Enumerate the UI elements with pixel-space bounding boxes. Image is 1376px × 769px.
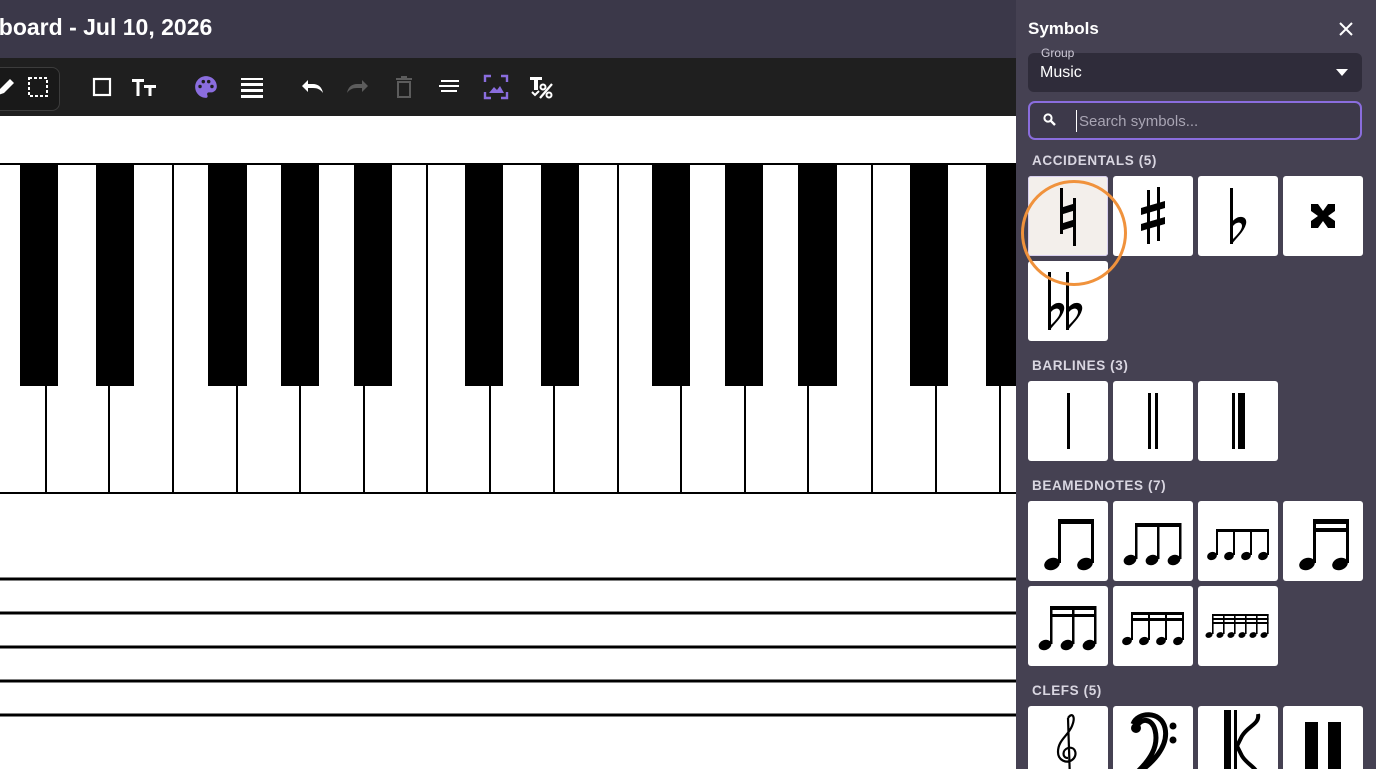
redo-button[interactable]	[340, 69, 376, 105]
section-header-clefs: CLEFS (5)	[1032, 683, 1102, 698]
text-tool-button[interactable]	[126, 69, 162, 105]
document-title: eboard - Jul 10, 2026	[0, 14, 213, 40]
align-button[interactable]	[432, 69, 468, 105]
flat-icon	[1230, 188, 1247, 244]
symbol-bass-clef[interactable]	[1113, 706, 1193, 769]
panel-title: Symbols	[1028, 19, 1099, 38]
palette-icon	[195, 76, 217, 98]
select-region-button[interactable]	[20, 69, 56, 105]
group-select-value: Music	[1040, 64, 1082, 81]
rectangle-icon	[92, 77, 112, 97]
top-bar: eboard - Jul 10, 2026	[0, 0, 1016, 58]
align-icon	[439, 80, 459, 92]
section-header-barlines: BARLINES (3)	[1032, 358, 1129, 373]
image-select-icon	[483, 74, 509, 100]
section-header-beamednotes: BEAMEDNOTES (7)	[1032, 478, 1167, 493]
symbol-four-sixteenth-notes[interactable]	[1113, 586, 1193, 666]
symbol-single-barline[interactable]	[1028, 381, 1108, 461]
text-size-icon	[132, 79, 156, 96]
two-sixteenth-notes-icon	[1299, 519, 1349, 571]
close-panel-button[interactable]	[1334, 17, 1358, 41]
three-eighth-notes-icon	[1123, 523, 1182, 566]
spell-check-icon	[530, 77, 553, 99]
line-weight-icon	[241, 78, 263, 98]
piano-keyboard	[0, 163, 1016, 494]
six-thirtysecond-notes-icon	[1205, 614, 1269, 638]
natural-icon	[1060, 188, 1076, 246]
four-eighth-notes-icon	[1207, 529, 1269, 561]
undo-icon	[302, 80, 323, 93]
symbol-three-sixteenth-notes[interactable]	[1028, 586, 1108, 666]
image-select-button[interactable]	[478, 69, 514, 105]
sharp-icon	[1141, 187, 1165, 244]
spell-check-button[interactable]	[523, 69, 559, 105]
select-region-icon	[28, 77, 48, 97]
symbol-natural[interactable]	[1028, 176, 1108, 256]
three-sixteenth-notes-icon	[1038, 606, 1097, 651]
whiteboard-canvas[interactable]	[0, 116, 1016, 769]
symbol-four-eighth-notes[interactable]	[1198, 501, 1278, 581]
percussion-clef-icon	[1305, 722, 1341, 769]
delete-icon	[396, 76, 412, 98]
symbol-flat[interactable]	[1198, 176, 1278, 256]
drawing-surface	[0, 163, 1016, 717]
final-barline-icon	[1232, 393, 1245, 449]
double-barline-icon	[1148, 393, 1158, 449]
line-weight-button[interactable]	[234, 69, 270, 105]
symbol-six-thirtysecond-notes[interactable]	[1198, 586, 1278, 666]
single-barline-icon	[1067, 393, 1070, 449]
symbol-two-sixteenth-notes[interactable]	[1283, 501, 1363, 581]
four-sixteenth-notes-icon	[1122, 612, 1184, 646]
symbol-two-eighth-notes[interactable]	[1028, 501, 1108, 581]
redo-icon	[347, 80, 368, 93]
alto-clef-icon	[1224, 710, 1261, 769]
symbol-percussion-clef[interactable]	[1283, 706, 1363, 769]
pen-icon	[0, 79, 14, 95]
symbol-final-barline[interactable]	[1198, 381, 1278, 461]
symbol-double-barline[interactable]	[1113, 381, 1193, 461]
search-icon	[1043, 113, 1056, 126]
chevron-down-icon	[1336, 69, 1348, 76]
section-header-accidentals: ACCIDENTALS (5)	[1032, 153, 1157, 168]
group-select[interactable]: Group Music	[1028, 46, 1362, 92]
double-flat-icon	[1048, 272, 1083, 330]
delete-button[interactable]	[386, 69, 422, 105]
group-select-label: Group	[1041, 46, 1075, 60]
treble-clef-icon	[1056, 714, 1077, 769]
close-icon	[1339, 22, 1353, 36]
two-eighth-notes-icon	[1044, 519, 1094, 571]
music-staff	[0, 577, 1016, 717]
double-sharp-icon	[1311, 204, 1335, 228]
search-box	[1028, 101, 1362, 140]
symbol-three-eighth-notes[interactable]	[1113, 501, 1193, 581]
search-input[interactable]	[1076, 110, 1351, 132]
rectangle-tool-button[interactable]	[84, 69, 120, 105]
bass-clef-icon	[1130, 712, 1177, 769]
symbol-treble-clef[interactable]	[1028, 706, 1108, 769]
symbol-double-sharp[interactable]	[1283, 176, 1363, 256]
undo-button[interactable]	[294, 69, 330, 105]
symbols-panel: Symbols Group Music ACCIDENTALS (5) BARL…	[1016, 0, 1376, 769]
symbol-double-flat[interactable]	[1028, 261, 1108, 341]
toolbar	[0, 58, 1016, 116]
color-palette-button[interactable]	[188, 69, 224, 105]
symbol-alto-clef[interactable]	[1198, 706, 1278, 769]
symbol-sharp[interactable]	[1113, 176, 1193, 256]
